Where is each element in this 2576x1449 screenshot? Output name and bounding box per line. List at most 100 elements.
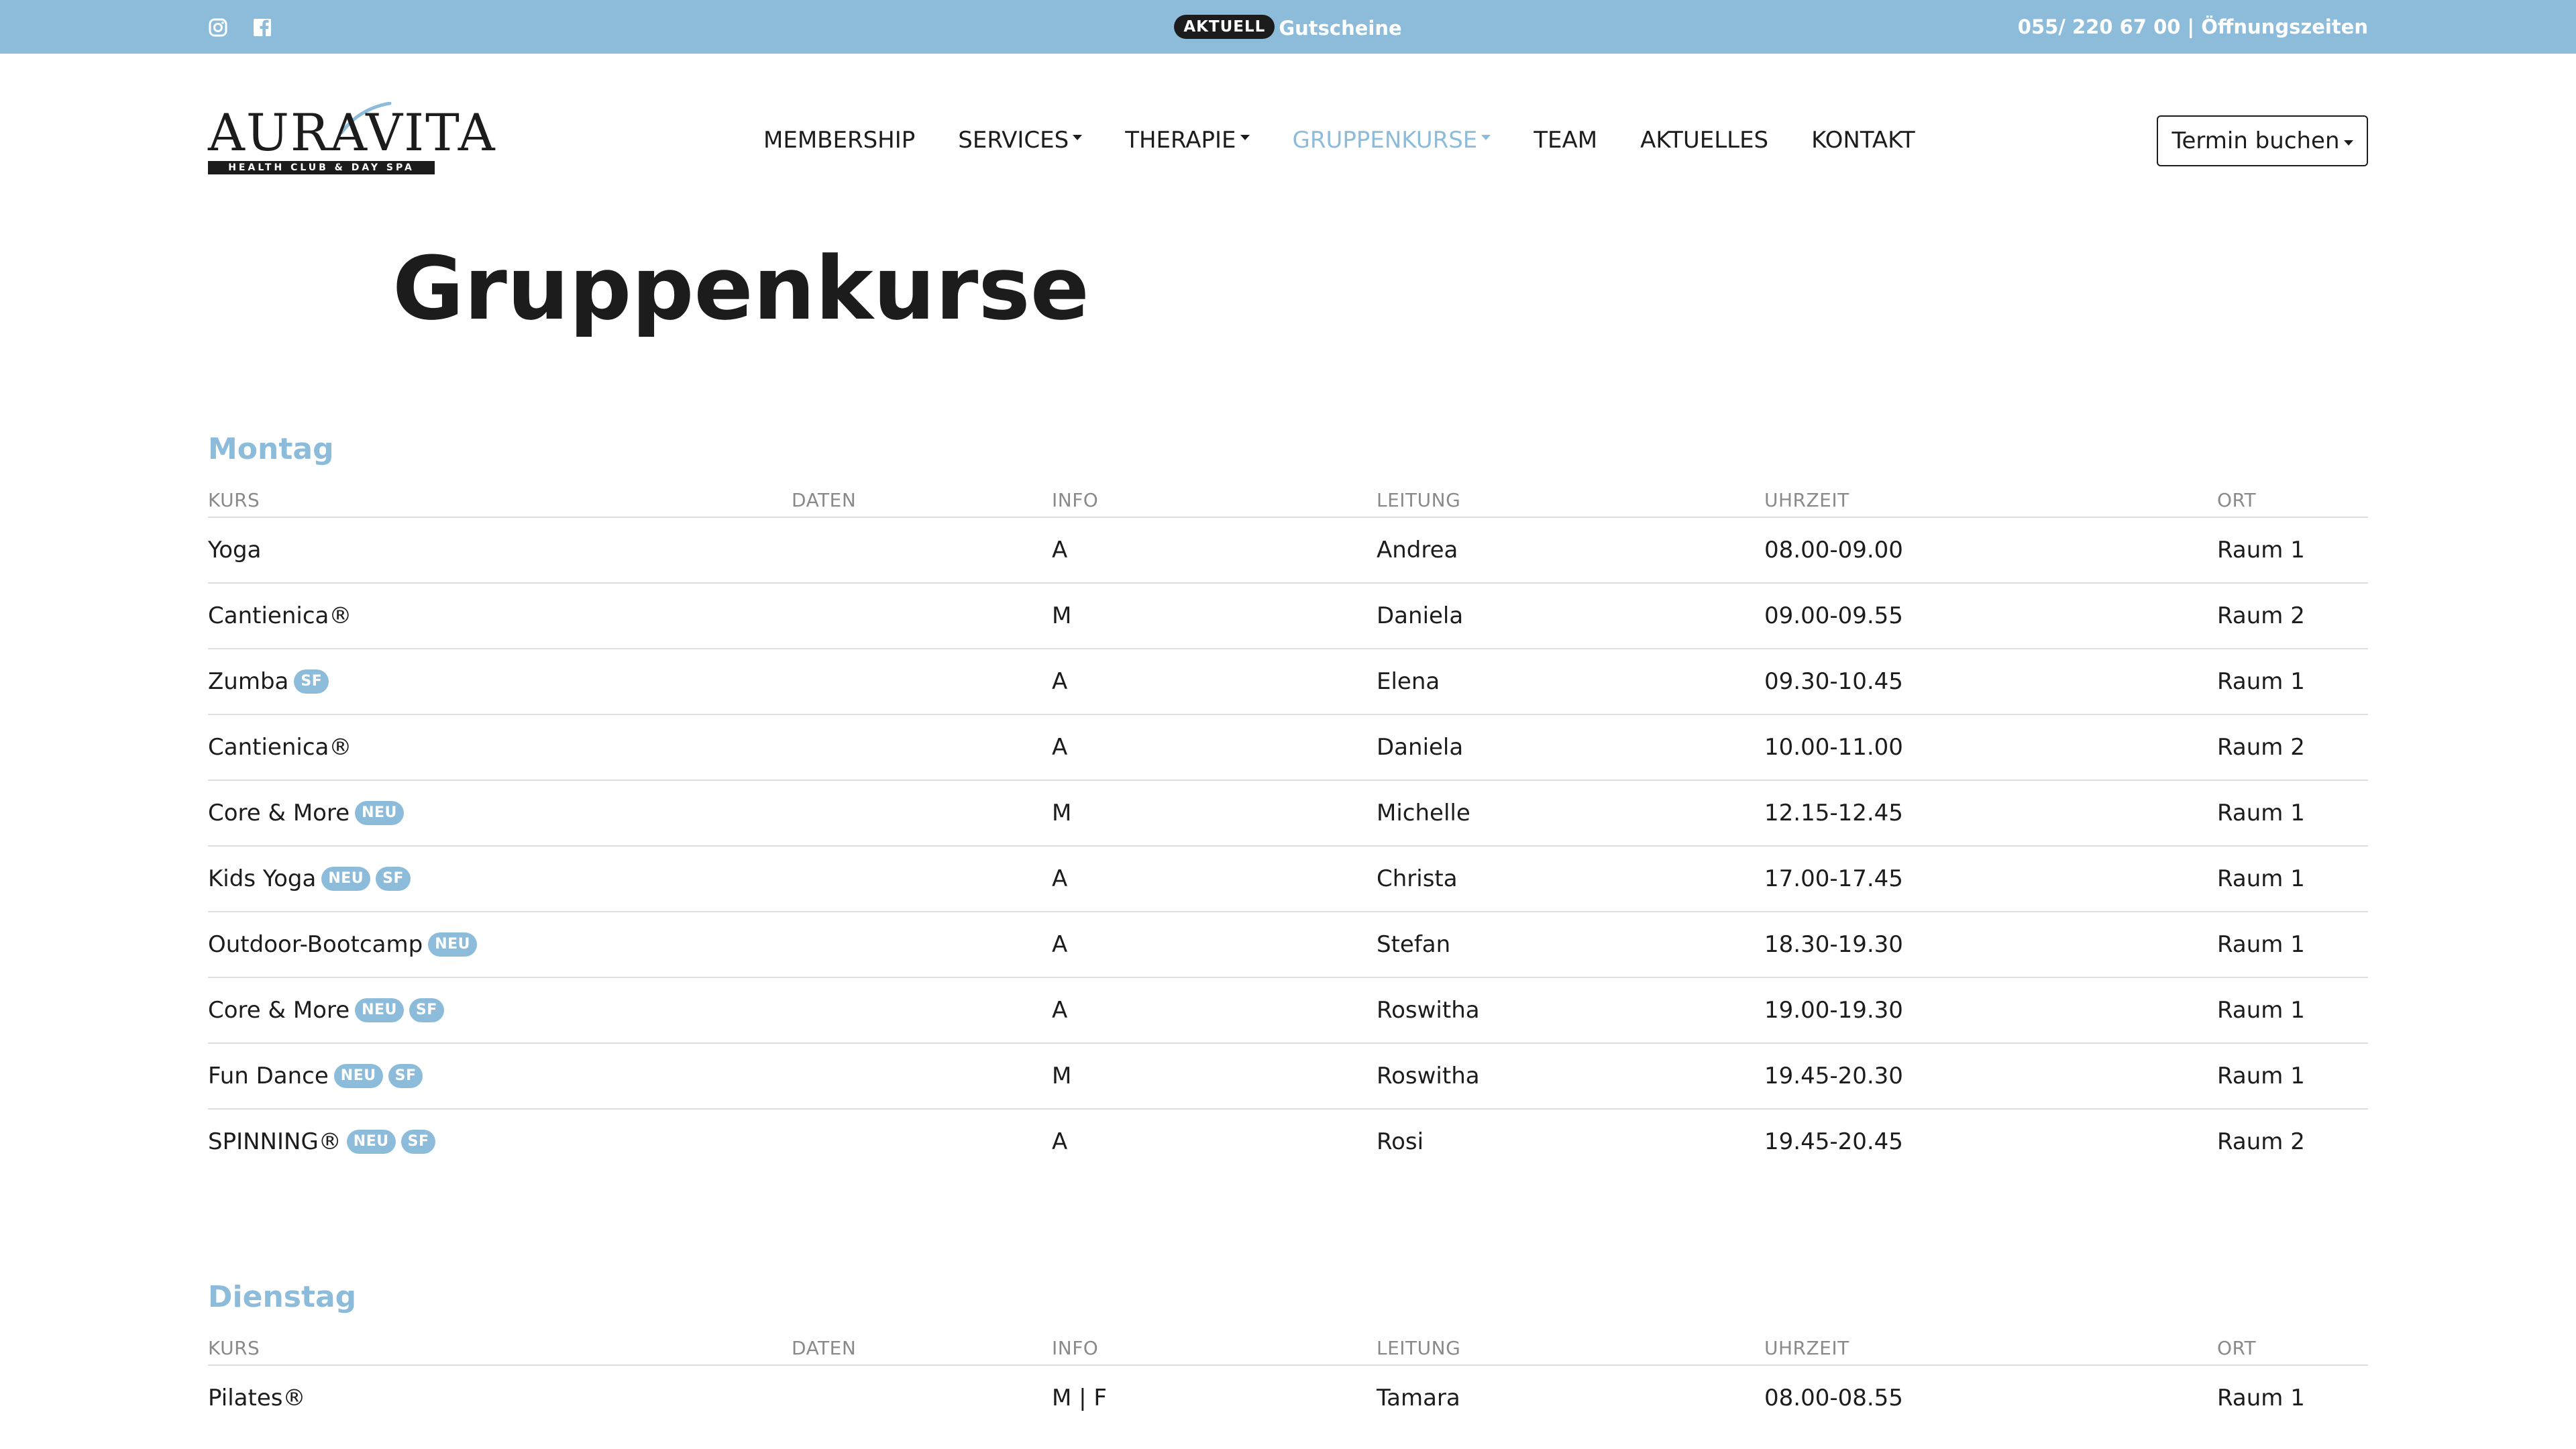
cell-kurs: SPINNING® NEU SF bbox=[208, 1110, 436, 1174]
course-name: Cantienica® bbox=[208, 602, 352, 629]
nav-membership[interactable]: MEMBERSHIP bbox=[763, 125, 915, 155]
column-header-leitung: LEITUNG bbox=[1377, 489, 1461, 511]
cell-info: M bbox=[1052, 800, 1072, 826]
nav-aktuelles[interactable]: AKTUELLES bbox=[1640, 125, 1768, 155]
cell-ort: Raum 1 bbox=[2217, 668, 2305, 695]
nav-gruppenkurse[interactable]: GRUPPENKURSE bbox=[1293, 125, 1491, 155]
nav-services[interactable]: SERVICES bbox=[958, 125, 1083, 155]
column-header-daten: DATEN bbox=[792, 1337, 857, 1359]
tag-badge: SF bbox=[400, 1129, 436, 1154]
cell-leitung: Daniela bbox=[1377, 734, 1464, 761]
cell-ort: Raum 2 bbox=[2217, 1128, 2305, 1155]
table-row: Outdoor-Bootcamp NEU A Stefan 18.30-19.30 Rau… bbox=[208, 911, 2368, 977]
schedule-rows: Yoga A Andrea 08.00-09.00 Raum 1 Cantienica® M… bbox=[208, 517, 2368, 1174]
cell-leitung: Michelle bbox=[1377, 800, 1470, 826]
tag-badge: NEU bbox=[428, 932, 477, 957]
cell-info: A bbox=[1052, 1128, 1068, 1155]
cell-leitung: Roswitha bbox=[1377, 997, 1480, 1024]
logo-wordmark: AURAVITA bbox=[208, 103, 496, 162]
column-header-kurs: KURS bbox=[208, 1337, 260, 1359]
nav-therapie[interactable]: THERAPIE bbox=[1125, 125, 1250, 155]
nav-kontakt[interactable]: KONTAKT bbox=[1811, 125, 1915, 155]
day-heading: Montag bbox=[208, 432, 334, 466]
tag-badge: NEU bbox=[355, 998, 404, 1022]
cell-info: M bbox=[1052, 1063, 1072, 1089]
cell-uhrzeit: 12.15-12.45 bbox=[1764, 800, 1903, 826]
column-header-uhrzeit: UHRZEIT bbox=[1764, 489, 1849, 511]
cell-info: M bbox=[1052, 602, 1072, 629]
page-title: Gruppenkurse bbox=[392, 237, 1089, 339]
table-row: Fun Dance NEU SF M Roswitha 19.45-20.30 Raum 1 bbox=[208, 1042, 2368, 1108]
cell-info: A bbox=[1052, 865, 1068, 892]
cell-leitung: Andrea bbox=[1377, 537, 1458, 564]
chevron-down-icon bbox=[1481, 135, 1491, 140]
cell-kurs: Pilates® bbox=[208, 1366, 305, 1430]
column-header-leitung: LEITUNG bbox=[1377, 1337, 1461, 1359]
cell-uhrzeit: 10.00-11.00 bbox=[1764, 734, 1903, 761]
course-name: SPINNING® bbox=[208, 1128, 341, 1155]
column-header-info: INFO bbox=[1052, 1337, 1099, 1359]
tag-badge: SF bbox=[294, 669, 329, 694]
cell-leitung: Tamara bbox=[1377, 1385, 1460, 1411]
cell-ort: Raum 1 bbox=[2217, 997, 2305, 1024]
cell-uhrzeit: 17.00-17.45 bbox=[1764, 865, 1903, 892]
tag-badge: SF bbox=[376, 866, 411, 891]
cell-kurs: Fun Dance NEU SF bbox=[208, 1044, 423, 1108]
chevron-down-icon bbox=[1240, 135, 1250, 140]
course-name: Core & More bbox=[208, 997, 350, 1024]
nav-kontakt-label: KONTAKT bbox=[1811, 127, 1915, 154]
table-row: Cantienica® A Daniela 10.00-11.00 Raum 2 bbox=[208, 714, 2368, 780]
cell-uhrzeit: 18.30-19.30 bbox=[1764, 931, 1903, 958]
termin-buchen-button[interactable]: Termin buchen bbox=[2157, 115, 2368, 166]
tag-badge: SF bbox=[388, 1063, 423, 1088]
cell-info: A bbox=[1052, 997, 1068, 1024]
phone-link[interactable]: 055/ 220 67 00 bbox=[2018, 15, 2181, 38]
logo[interactable]: AURAVITA HEALTH CLUB & DAY SPA bbox=[208, 102, 495, 177]
course-name: Cantienica® bbox=[208, 734, 352, 761]
nav-aktuelles-label: AKTUELLES bbox=[1640, 127, 1769, 154]
cell-kurs: Cantienica® bbox=[208, 715, 352, 780]
cell-ort: Raum 2 bbox=[2217, 734, 2305, 761]
table-row: Kids Yoga NEU SF A Christa 17.00-17.45 Raum 1 bbox=[208, 845, 2368, 911]
course-name: Yoga bbox=[208, 537, 262, 564]
cell-info: A bbox=[1052, 537, 1068, 564]
opening-hours-link[interactable]: Öffnungszeiten bbox=[2201, 15, 2368, 38]
main-nav: MEMBERSHIP SERVICES THERAPIE GRUPPENKURS… bbox=[763, 125, 1958, 155]
course-name: Kids Yoga bbox=[208, 865, 317, 892]
cell-kurs: Core & More NEU bbox=[208, 781, 404, 845]
table-row: Yoga A Andrea 08.00-09.00 Raum 1 bbox=[208, 517, 2368, 582]
cell-ort: Raum 1 bbox=[2217, 865, 2305, 892]
nav-gruppenkurse-label: GRUPPENKURSE bbox=[1292, 127, 1478, 154]
nav-membership-label: MEMBERSHIP bbox=[763, 127, 916, 154]
course-name: Pilates® bbox=[208, 1385, 306, 1411]
tag-badge: NEU bbox=[346, 1129, 396, 1154]
table-row: Cantienica® M Daniela 09.00-09.55 Raum 2 bbox=[208, 582, 2368, 648]
cell-ort: Raum 1 bbox=[2217, 931, 2305, 958]
cell-leitung: Daniela bbox=[1377, 602, 1464, 629]
cell-kurs: Kids Yoga NEU SF bbox=[208, 847, 411, 911]
nav-services-label: SERVICES bbox=[958, 127, 1069, 154]
course-name: Fun Dance bbox=[208, 1063, 329, 1089]
nav-team-label: TEAM bbox=[1534, 127, 1598, 154]
column-header-uhrzeit: UHRZEIT bbox=[1764, 1337, 1849, 1359]
cell-info: A bbox=[1052, 734, 1068, 761]
cell-info: A bbox=[1052, 668, 1068, 695]
cell-uhrzeit: 09.30-10.45 bbox=[1764, 668, 1903, 695]
table-row: Core & More NEU M Michelle 12.15-12.45 Raum 1 bbox=[208, 780, 2368, 845]
cell-leitung: Elena bbox=[1377, 668, 1440, 695]
cell-ort: Raum 1 bbox=[2217, 800, 2305, 826]
nav-team[interactable]: TEAM bbox=[1534, 125, 1597, 155]
top-bar: AKTUELL Gutscheine 055/ 220 67 00 | Öffnu… bbox=[0, 0, 2576, 54]
contact-separator: | bbox=[2180, 15, 2202, 38]
cell-info: A bbox=[1052, 931, 1068, 958]
column-header-ort: ORT bbox=[2217, 1337, 2257, 1359]
cell-ort: Raum 2 bbox=[2217, 602, 2305, 629]
tag-badge: NEU bbox=[321, 866, 371, 891]
table-header: KURS DATEN INFO LEITUNG UHRZEIT ORT bbox=[208, 1332, 2368, 1364]
cell-uhrzeit: 08.00-08.55 bbox=[1764, 1385, 1903, 1411]
table-row: Core & More NEU SF A Roswitha 19.00-19.30 Raum… bbox=[208, 977, 2368, 1042]
tag-badge: NEU bbox=[355, 800, 404, 825]
gutscheine-link[interactable]: Gutscheine bbox=[1279, 17, 1401, 40]
cell-kurs: Cantienica® bbox=[208, 584, 352, 648]
nav-therapie-label: THERAPIE bbox=[1125, 127, 1236, 154]
